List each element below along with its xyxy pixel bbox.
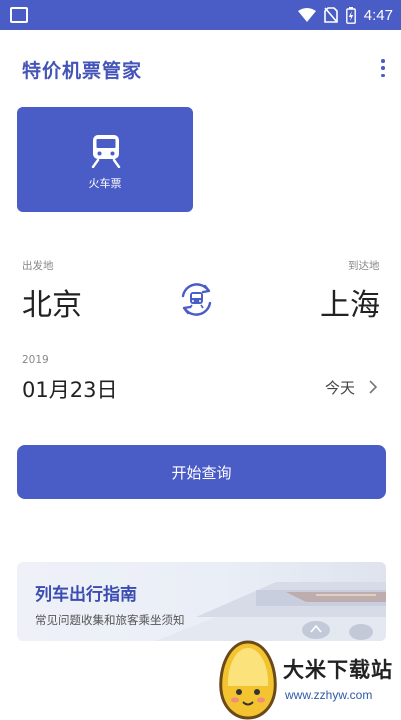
notification-icon bbox=[10, 7, 28, 23]
watermark-name: 大米下载站 bbox=[283, 658, 393, 682]
watermark-url: www.zzhyw.com bbox=[285, 688, 373, 702]
battery-charging-icon bbox=[345, 6, 356, 24]
status-time: 4:47 bbox=[363, 6, 393, 24]
to-label: 到达地 bbox=[348, 260, 380, 272]
wifi-icon bbox=[297, 8, 316, 22]
app-title: 特价机票管家 bbox=[22, 60, 143, 82]
app-header: 特价机票管家 bbox=[0, 30, 401, 106]
departure-date[interactable]: 01月23日 bbox=[22, 374, 117, 404]
travel-guide-banner[interactable]: 列车出行指南 常见问题收集和旅客乘坐须知 bbox=[17, 562, 386, 641]
watermark: 大米下载站 www.zzhyw.com bbox=[215, 638, 401, 720]
guide-title: 列车出行指南 bbox=[35, 585, 137, 605]
watermark-logo bbox=[219, 640, 277, 720]
date-year: 2019 bbox=[22, 354, 49, 366]
status-icons: 4:47 bbox=[297, 0, 393, 30]
date-relative[interactable]: 今天 bbox=[325, 377, 355, 398]
train-icon bbox=[91, 135, 121, 168]
train-station-illustration bbox=[156, 582, 386, 641]
no-sim-icon bbox=[323, 7, 338, 23]
guide-subtitle: 常见问题收集和旅客乘坐须知 bbox=[35, 613, 185, 627]
chevron-right-icon[interactable] bbox=[368, 380, 378, 394]
train-ticket-card[interactable]: 火车票 bbox=[17, 107, 193, 212]
to-city[interactable]: 上海 bbox=[320, 280, 380, 324]
status-bar: 4:47 bbox=[0, 0, 401, 30]
search-button[interactable]: 开始查询 bbox=[17, 445, 386, 499]
from-city[interactable]: 北京 bbox=[22, 280, 82, 324]
from-label: 出发地 bbox=[22, 260, 54, 272]
train-ticket-label: 火车票 bbox=[88, 177, 122, 190]
more-vert-icon[interactable] bbox=[377, 56, 389, 80]
swap-train-icon[interactable] bbox=[178, 281, 215, 318]
